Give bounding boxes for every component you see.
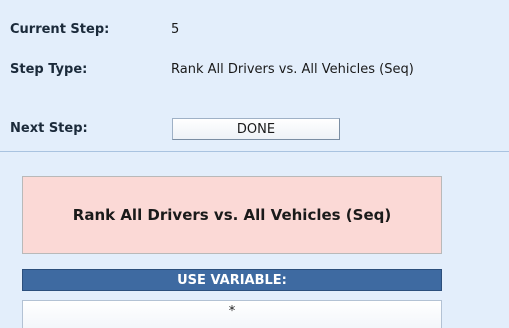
done-button[interactable]: DONE — [172, 118, 340, 140]
next-step-label: Next Step: — [10, 121, 88, 136]
use-variable-header: USE VARIABLE: — [22, 269, 442, 291]
step-info-panel: Current Step: 5 Step Type: Rank All Driv… — [0, 0, 509, 152]
step-type-value: Rank All Drivers vs. All Vehicles (Seq) — [171, 62, 414, 77]
step-type-label: Step Type: — [10, 62, 88, 77]
variable-value-field[interactable]: * — [22, 300, 442, 328]
step-node-box[interactable]: Rank All Drivers vs. All Vehicles (Seq) — [22, 176, 442, 254]
current-step-value: 5 — [171, 22, 180, 37]
current-step-label: Current Step: — [10, 22, 110, 37]
step-node-title: Rank All Drivers vs. All Vehicles (Seq) — [72, 206, 392, 224]
